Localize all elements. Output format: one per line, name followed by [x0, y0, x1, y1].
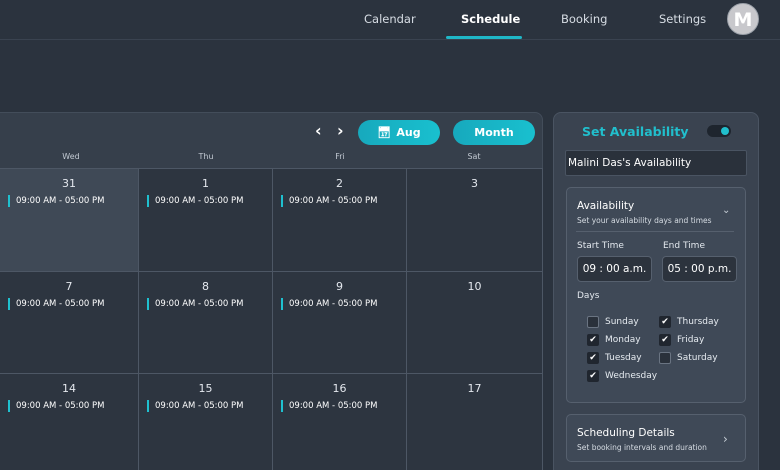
day-label: Monday — [605, 335, 641, 345]
calendar-day-cell[interactable]: 31 09:00 AM - 05:00 PM — [0, 169, 139, 272]
weekday-header: Thu — [198, 152, 214, 161]
chevron-right-icon[interactable]: › — [723, 432, 728, 446]
toggle-knob — [721, 127, 729, 135]
view-month-button[interactable]: Month — [453, 120, 535, 145]
scheduling-title: Scheduling Details — [577, 427, 675, 439]
calendar-day-cell[interactable]: 7 09:00 AM - 05:00 PM — [0, 272, 139, 374]
calendar-day-cell[interactable]: 14 09:00 AM - 05:00 PM — [0, 374, 139, 470]
checkbox[interactable] — [587, 316, 599, 328]
days-label: Days — [577, 291, 600, 301]
day-number: 14 — [62, 382, 76, 395]
checkbox[interactable]: ✔ — [587, 352, 599, 364]
weekday-header: Fri — [335, 152, 345, 161]
day-label: Thursday — [677, 317, 719, 327]
day-number: 15 — [198, 382, 213, 395]
availability-event[interactable]: 09:00 AM - 05:00 PM — [147, 195, 243, 207]
calendar-day-cell[interactable]: 3 — [407, 169, 543, 272]
day-label: Friday — [677, 335, 705, 345]
availability-event[interactable]: 09:00 AM - 05:00 PM — [8, 298, 104, 310]
month-picker-label: Aug — [396, 126, 421, 139]
calendar-day-cell[interactable]: 15 09:00 AM - 05:00 PM — [139, 374, 273, 470]
chevron-down-icon[interactable]: ⌄ — [722, 205, 730, 216]
day-number: 17 — [467, 382, 482, 395]
nav-booking[interactable]: Booking — [561, 12, 607, 26]
divider — [576, 231, 734, 232]
calendar-grid: 31 09:00 AM - 05:00 PM 1 09:00 AM - 05:0… — [0, 168, 543, 470]
start-time-label: Start Time — [577, 241, 624, 251]
panel-title: Set Availability — [582, 124, 689, 139]
chevron-right-icon[interactable]: › — [337, 120, 344, 142]
chevron-left-icon[interactable]: ‹ — [315, 120, 322, 142]
calendar-day-cell[interactable]: 17 — [407, 374, 543, 470]
availability-event[interactable]: 09:00 AM - 05:00 PM — [281, 400, 377, 412]
nav-settings[interactable]: Settings — [659, 12, 706, 26]
day-label: Wednesday — [605, 371, 658, 381]
calendar-icon: 📅︎ — [377, 126, 392, 139]
calendar-day-cell[interactable]: 1 09:00 AM - 05:00 PM — [139, 169, 273, 272]
nav-schedule[interactable]: Schedule — [461, 12, 520, 26]
availability-event[interactable]: 09:00 AM - 05:00 PM — [281, 298, 377, 310]
calendar-day-cell[interactable]: 16 09:00 AM - 05:00 PM — [273, 374, 407, 470]
end-time-label: End Time — [663, 241, 705, 251]
day-number: 1 — [202, 177, 209, 190]
end-time-input[interactable]: 05 : 00 p.m. — [662, 256, 737, 282]
start-time-input[interactable]: 09 : 00 a.m. — [577, 256, 652, 282]
checkbox[interactable]: ✔ — [587, 334, 599, 346]
availability-event[interactable]: 09:00 AM - 05:00 PM — [147, 298, 243, 310]
top-nav: Calendar Schedule Booking Settings M — [0, 0, 780, 40]
availability-event[interactable]: 09:00 AM - 05:00 PM — [8, 400, 104, 412]
availability-toggle[interactable] — [707, 125, 731, 137]
day-number: 16 — [332, 382, 347, 395]
day-label: Saturday — [677, 353, 718, 363]
avatar[interactable]: M — [727, 3, 759, 35]
section-subtitle: Set your availability days and times — [577, 216, 712, 225]
day-number: 10 — [467, 280, 482, 293]
section-title: Availability — [577, 200, 635, 212]
weekday-header: Wed — [62, 152, 80, 161]
checkbox[interactable]: ✔ — [587, 370, 599, 382]
day-label: Tuesday — [605, 353, 642, 363]
day-number: 9 — [336, 280, 343, 293]
availability-event[interactable]: 09:00 AM - 05:00 PM — [281, 195, 377, 207]
checkbox[interactable] — [659, 352, 671, 364]
nav-calendar[interactable]: Calendar — [364, 12, 416, 26]
day-number: 8 — [202, 280, 209, 293]
day-number: 31 — [62, 177, 76, 190]
checkbox[interactable]: ✔ — [659, 316, 671, 328]
day-number: 7 — [65, 280, 73, 293]
day-number: 2 — [336, 177, 343, 190]
calendar-day-cell[interactable]: 10 — [407, 272, 543, 374]
scheduling-subtitle: Set booking intervals and duration — [577, 443, 707, 452]
month-picker-button[interactable]: 📅︎ Aug — [358, 120, 440, 145]
day-number: 3 — [471, 177, 478, 190]
availability-name-field[interactable]: Malini Das's Availability — [565, 150, 747, 176]
availability-event[interactable]: 09:00 AM - 05:00 PM — [8, 195, 104, 207]
active-tab-indicator — [446, 36, 522, 39]
day-label: Sunday — [605, 317, 639, 327]
calendar-day-cell[interactable]: 9 09:00 AM - 05:00 PM — [273, 272, 407, 374]
weekday-header: Sat — [467, 152, 481, 161]
availability-event[interactable]: 09:00 AM - 05:00 PM — [147, 400, 243, 412]
calendar-day-cell[interactable]: 2 09:00 AM - 05:00 PM — [273, 169, 407, 272]
calendar-day-cell[interactable]: 8 09:00 AM - 05:00 PM — [139, 272, 273, 374]
checkbox[interactable]: ✔ — [659, 334, 671, 346]
